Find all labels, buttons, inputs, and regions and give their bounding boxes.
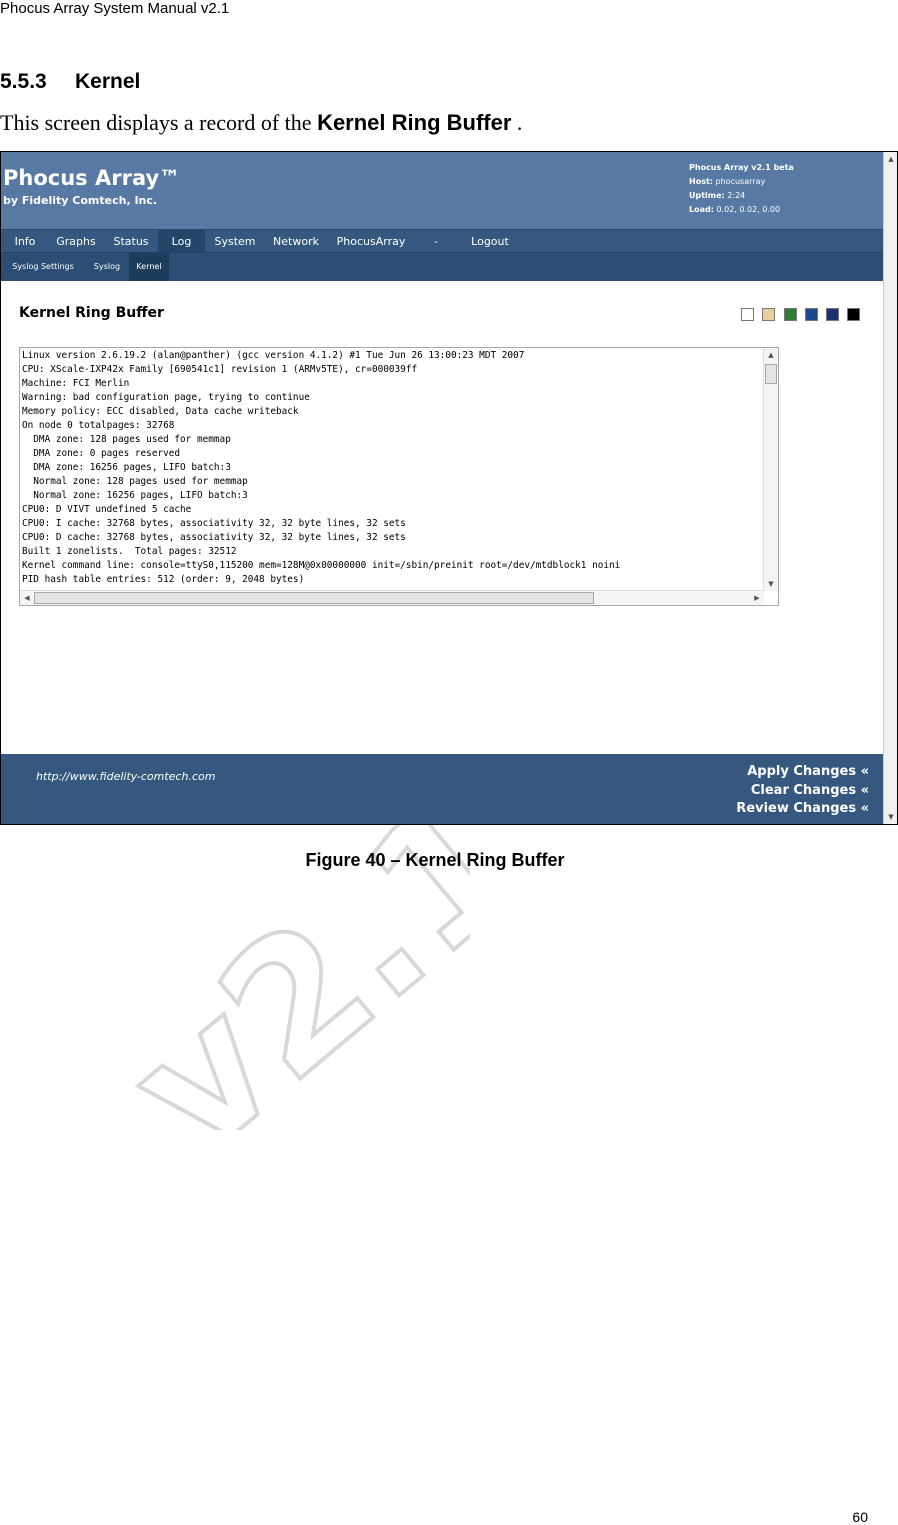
nav-system[interactable]: System [207, 230, 263, 253]
swatch-navy[interactable] [826, 308, 839, 321]
app-header: Phocus Array™ by Fidelity Comtech, Inc. … [1, 152, 883, 229]
scroll-right-icon[interactable]: ▶ [750, 591, 764, 605]
log-line: DMA zone: 16256 pages, LIFO batch:3 [22, 462, 231, 473]
main-nav: Info Graphs Status Log System Network Ph… [1, 229, 883, 253]
log-line: DMA zone: 0 pages reserved [22, 448, 181, 459]
nav-phocusarray[interactable]: PhocusArray [329, 230, 413, 253]
review-changes-link[interactable]: Review Changes « [736, 800, 869, 819]
subnav-syslog[interactable]: Syslog [87, 253, 127, 281]
log-line: Warning: bad configuration page, trying … [22, 392, 310, 403]
log-line: Normal zone: 128 pages used for memmap [22, 476, 248, 487]
running-header: Phocus Array System Manual v2.1 [0, 0, 230, 17]
subnav-kernel[interactable]: Kernel [129, 253, 169, 281]
footer-actions: Apply Changes « Clear Changes « Review C… [736, 763, 869, 819]
intro-bold: Kernel Ring Buffer [317, 110, 512, 135]
page-number: 60 [852, 1509, 868, 1525]
scroll-down-icon[interactable]: ▼ [764, 577, 778, 591]
log-line: On node 0 totalpages: 32768 [22, 420, 175, 431]
scroll-thumb-vertical[interactable] [765, 364, 777, 384]
sub-nav: Syslog Settings Syslog Kernel [1, 252, 883, 281]
clear-changes-link[interactable]: Clear Changes « [736, 782, 869, 801]
log-line: Linux version 2.6.19.2 (alan@panther) (g… [22, 350, 525, 361]
section-heading: 5.5.3 Kernel [0, 70, 140, 94]
log-line: CPU0: D VIVT undefined 5 cache [22, 504, 192, 515]
intro-paragraph: This screen displays a record of the Ker… [0, 110, 522, 136]
host-info: Phocus Array v2.1 beta Host: phocusarray… [689, 161, 794, 217]
log-line: Kernel command line: console=ttyS0,11520… [22, 560, 621, 571]
log-vertical-scrollbar[interactable]: ▲ ▼ [763, 348, 778, 591]
scroll-up-icon[interactable]: ▲ [764, 348, 778, 362]
log-line: Built 1 zonelists. Total pages: 32512 [22, 546, 237, 557]
panel-title: Kernel Ring Buffer [19, 305, 164, 321]
brand-logo: Phocus Array™ [3, 166, 181, 190]
nav-graphs[interactable]: Graphs [49, 230, 103, 253]
apply-changes-link[interactable]: Apply Changes « [736, 763, 869, 782]
section-title: Kernel [75, 70, 141, 93]
watermark: v2.1 [91, 790, 470, 1130]
browser-vertical-scrollbar[interactable]: ▲ ▼ [883, 152, 897, 824]
swatch-black[interactable] [847, 308, 860, 321]
scroll-thumb-horizontal[interactable] [34, 592, 594, 604]
app-footer: http://www.fidelity-comtech.com Apply Ch… [1, 754, 883, 824]
version-title: Phocus Array v2.1 beta [689, 163, 794, 172]
swatch-white[interactable] [741, 308, 754, 321]
log-line: Machine: FCI Merlin [22, 378, 130, 389]
uptime-row: Uptime: 2:24 [689, 191, 746, 200]
log-line: CPU0: D cache: 32768 bytes, associativit… [22, 532, 406, 543]
main-content: Kernel Ring Buffer Linux version 2.6.19.… [1, 281, 883, 754]
screenshot-figure: Phocus Array™ by Fidelity Comtech, Inc. … [0, 151, 898, 825]
subnav-syslog-settings[interactable]: Syslog Settings [3, 253, 83, 281]
nav-logout[interactable]: Logout [463, 230, 517, 253]
log-line: CPU0: I cache: 32768 bytes, associativit… [22, 518, 406, 529]
log-line: PID hash table entries: 512 (order: 9, 2… [22, 574, 305, 585]
browser-scroll-down-icon[interactable]: ▼ [884, 810, 897, 824]
nav-network[interactable]: Network [265, 230, 327, 253]
log-line: Memory policy: ECC disabled, Data cache … [22, 406, 299, 417]
kernel-log-textarea[interactable]: Linux version 2.6.19.2 (alan@panther) (g… [19, 347, 779, 606]
swatch-tan[interactable] [762, 308, 775, 321]
section-number: 5.5.3 [0, 70, 47, 93]
footer-url-link[interactable]: http://www.fidelity-comtech.com [36, 770, 215, 783]
browser-scroll-up-icon[interactable]: ▲ [884, 152, 897, 166]
intro-end: . [511, 110, 523, 135]
nav-log[interactable]: Log [158, 230, 205, 253]
figure-caption: Figure 40 – Kernel Ring Buffer [305, 850, 565, 870]
nav-status[interactable]: Status [105, 230, 157, 253]
nav-separator: - [434, 235, 438, 248]
host-row: Host: phocusarray [689, 177, 766, 186]
log-line: Normal zone: 16256 pages, LIFO batch:3 [22, 490, 248, 501]
intro-text: This screen displays a record of the [0, 110, 318, 135]
swatch-green[interactable] [784, 308, 797, 321]
load-row: Load: 0.02, 0.02, 0.00 [689, 205, 781, 214]
scroll-left-icon[interactable]: ◀ [20, 591, 34, 605]
nav-info[interactable]: Info [3, 230, 47, 253]
brand-subtitle: by Fidelity Comtech, Inc. [3, 194, 158, 207]
swatch-blue[interactable] [805, 308, 818, 321]
log-line: CPU: XScale-IXP42x Family [690541c1] rev… [22, 364, 418, 375]
log-horizontal-scrollbar[interactable]: ◀ ▶ [20, 590, 764, 605]
kernel-log-text: Linux version 2.6.19.2 (alan@panther) (g… [22, 349, 764, 587]
svg-text:v2.1: v2.1 [93, 790, 470, 1130]
log-line: DMA zone: 128 pages used for memmap [22, 434, 231, 445]
